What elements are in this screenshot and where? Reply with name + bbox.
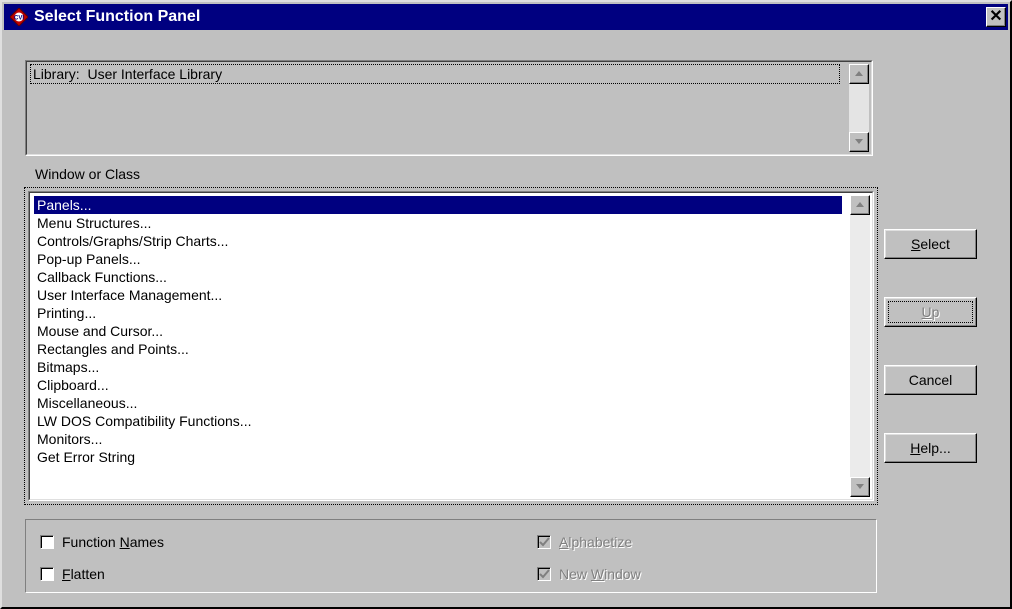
checkbox-box[interactable] <box>40 535 54 549</box>
checkmark-icon <box>539 569 550 579</box>
flatten-label: Flatten <box>62 566 105 582</box>
list-item[interactable]: Menu Structures... <box>34 214 842 232</box>
list-item[interactable]: User Interface Management... <box>34 286 842 304</box>
checkbox-box[interactable] <box>537 535 551 549</box>
library-field: Library: User Interface Library <box>30 64 840 84</box>
list-items: Panels... Menu Structures... Controls/Grap… <box>34 196 842 466</box>
window-title: Select Function Panel <box>34 8 201 25</box>
list-scroll-up-button[interactable] <box>850 195 870 215</box>
list-item[interactable]: Clipboard... <box>34 376 842 394</box>
select-function-panel-dialog: CVI Select Function Panel ✕ Library: Use… <box>0 0 1012 609</box>
select-label: elect <box>920 236 950 252</box>
library-value: User Interface Library <box>87 66 223 82</box>
list-item[interactable]: Bitmaps... <box>34 358 842 376</box>
list-item[interactable]: Panels... <box>34 196 842 214</box>
list-item[interactable]: Controls/Graphs/Strip Charts... <box>34 232 842 250</box>
list-scroll-down-button[interactable] <box>850 477 870 497</box>
close-icon: ✕ <box>989 8 1003 25</box>
checkmark-icon <box>539 537 550 547</box>
library-scrollbar[interactable] <box>849 64 869 152</box>
up-label: p <box>931 304 940 320</box>
list-item[interactable]: Printing... <box>34 304 842 322</box>
arrow-down-icon <box>855 139 863 144</box>
list-item[interactable]: Miscellaneous... <box>34 394 842 412</box>
window-or-class-list[interactable]: Panels... Menu Structures... Controls/Grap… <box>28 191 874 501</box>
arrow-up-icon <box>855 71 863 76</box>
up-mnemonic: U <box>921 304 932 320</box>
help-mnemonic: H <box>910 440 921 456</box>
list-item[interactable]: Pop-up Panels... <box>34 250 842 268</box>
list-item[interactable]: Rectangles and Points... <box>34 340 842 358</box>
cancel-button[interactable]: Cancel <box>884 365 977 395</box>
list-scrollbar[interactable] <box>850 195 870 497</box>
window-or-class-label: Window or Class <box>35 166 141 182</box>
title-bar[interactable]: CVI Select Function Panel ✕ <box>4 4 1008 30</box>
scroll-down-button[interactable] <box>849 132 869 152</box>
list-item[interactable]: Monitors... <box>34 430 842 448</box>
list-item[interactable]: Callback Functions... <box>34 268 842 286</box>
help-label: elp... <box>920 440 951 456</box>
list-item[interactable]: Mouse and Cursor... <box>34 322 842 340</box>
checkbox-box[interactable] <box>40 567 54 581</box>
new-window-label: New Window <box>559 566 641 582</box>
list-item[interactable]: LW DOS Compatibility Functions... <box>34 412 842 430</box>
up-button[interactable]: Up <box>884 297 977 327</box>
arrow-up-icon <box>856 202 864 207</box>
list-item[interactable]: Get Error String <box>34 448 842 466</box>
svg-text:CVI: CVI <box>14 16 24 22</box>
scroll-up-button[interactable] <box>849 64 869 84</box>
arrow-down-icon <box>856 484 864 489</box>
select-mnemonic: S <box>911 236 921 252</box>
library-prefix: Library: <box>33 66 88 82</box>
cancel-label: Cancel <box>908 372 953 388</box>
select-button[interactable]: Select <box>884 229 977 259</box>
options-group: Function Names Flatten Alphabetize New W… <box>25 519 877 593</box>
cvi-app-icon: CVI <box>9 7 29 27</box>
function-names-label: Function Names <box>62 534 164 550</box>
close-button[interactable]: ✕ <box>986 7 1006 27</box>
checkbox-box[interactable] <box>537 567 551 581</box>
library-box[interactable]: Library: User Interface Library <box>25 60 873 156</box>
alphabetize-label: Alphabetize <box>559 534 633 550</box>
help-button[interactable]: Help... <box>884 433 977 463</box>
